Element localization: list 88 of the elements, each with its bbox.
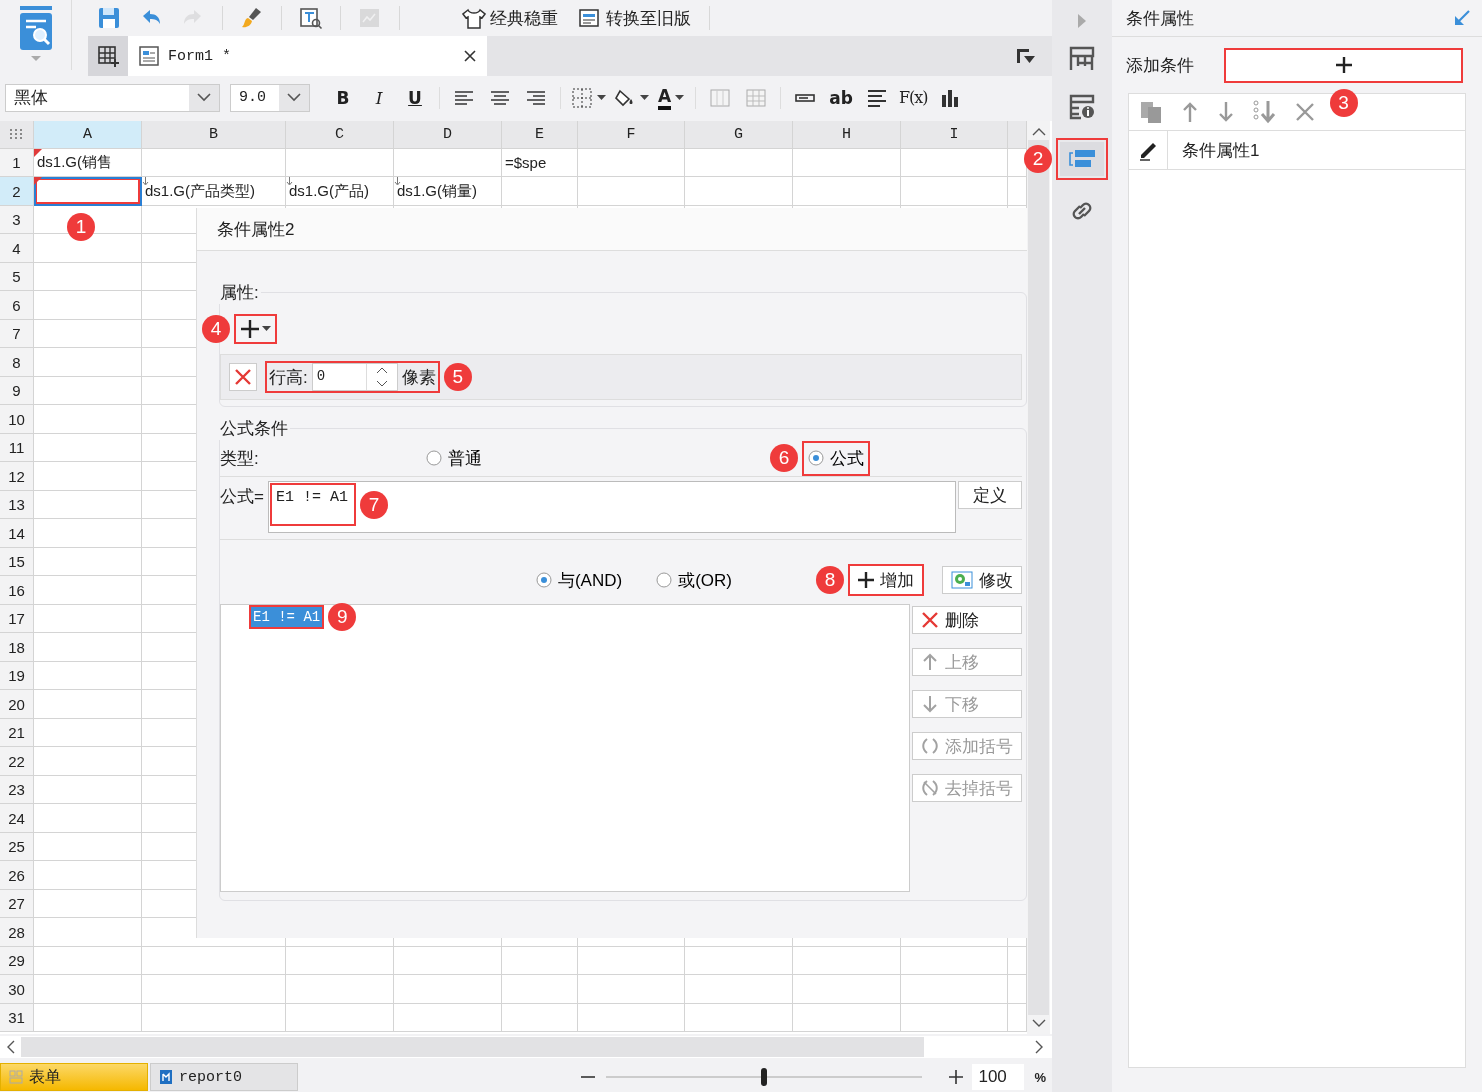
row-header[interactable]: 18: [0, 633, 34, 662]
condition-list-item[interactable]: 条件属性1: [1129, 131, 1465, 170]
callout-number: 4: [202, 315, 230, 343]
row-header[interactable]: 17: [0, 604, 34, 634]
column-header[interactable]: H: [793, 120, 901, 149]
sheet-tab[interactable]: report0: [150, 1063, 298, 1091]
text-widget-button[interactable]: ab: [824, 82, 858, 113]
field-label: 行高:: [269, 366, 308, 389]
column-header[interactable]: G: [685, 120, 793, 149]
cell-text: ds1.G(销售: [37, 153, 112, 173]
row-header[interactable]: 31: [0, 1003, 34, 1033]
font-color-button[interactable]: A: [654, 82, 688, 113]
unit-label: 像素: [401, 366, 436, 389]
field-label: 类型:: [220, 447, 260, 470]
row-header[interactable]: 12: [0, 462, 34, 491]
callout-number: 1: [67, 212, 95, 241]
define-button[interactable]: 定义: [958, 481, 1022, 509]
row-header[interactable]: 8: [0, 348, 34, 377]
group-label: 属性:: [219, 282, 260, 304]
row-header[interactable]: 6: [0, 291, 34, 320]
dialog-title: 条件属性2: [197, 208, 1027, 251]
group-label: 公式条件: [219, 418, 289, 440]
callout-number: 8: [816, 566, 844, 594]
row-header[interactable]: 7: [0, 319, 34, 349]
formula-text: E1 != A1: [275, 489, 348, 506]
document-tab[interactable]: Form1 *: [128, 36, 487, 76]
row-header[interactable]: 9: [0, 376, 34, 406]
cell-text: =$spe: [505, 154, 547, 172]
modify-button[interactable]: 修改: [942, 566, 1022, 594]
radio-button[interactable]: 与(AND): [535, 568, 623, 592]
row-header[interactable]: 14: [0, 519, 34, 548]
font-select[interactable]: 黑体: [5, 83, 220, 112]
field-label: 公式=: [220, 486, 264, 508]
font-size-select[interactable]: 9.0: [230, 83, 310, 112]
row-header[interactable]: 21: [0, 718, 34, 748]
row-header[interactable]: 28: [0, 918, 34, 947]
row-header[interactable]: 16: [0, 576, 34, 605]
zoom-field[interactable]: 100: [972, 1064, 1025, 1090]
row-header[interactable]: 29: [0, 946, 34, 976]
callout-number: 6: [770, 444, 798, 472]
column-header[interactable]: I: [901, 120, 1008, 149]
row-header[interactable]: 2: [0, 177, 34, 206]
row-header[interactable]: 4: [0, 234, 34, 263]
radio-button[interactable]: 公式: [808, 446, 864, 470]
formula-field[interactable]: E1 != A1 7: [267, 481, 956, 533]
column-header[interactable]: D: [394, 120, 502, 149]
row-header[interactable]: 13: [0, 490, 34, 520]
row-header[interactable]: 22: [0, 747, 34, 776]
row-header[interactable]: 11: [0, 433, 34, 463]
callout-number: 9: [328, 603, 357, 631]
row-header[interactable]: 1: [0, 148, 34, 178]
theme-button[interactable]: 经典稳重: [454, 2, 566, 34]
number-field[interactable]: 0: [311, 363, 398, 391]
field-label: 添加条件: [1126, 54, 1194, 77]
underline-button[interactable]: U: [398, 82, 432, 113]
add-button[interactable]: 增加: [850, 566, 922, 594]
sheet-tab[interactable]: 表单: [0, 1063, 148, 1091]
panel-title: 条件属性: [1126, 7, 1194, 30]
column-header[interactable]: C: [286, 120, 394, 149]
row-header[interactable]: 10: [0, 405, 34, 434]
row-header[interactable]: 23: [0, 775, 34, 805]
cell-text: ds1.G(销量): [397, 181, 477, 201]
column-header[interactable]: B: [142, 120, 286, 149]
row-header[interactable]: 24: [0, 804, 34, 833]
radio-button[interactable]: 或(OR): [656, 568, 732, 592]
row-header[interactable]: 30: [0, 975, 34, 1004]
row-header[interactable]: 26: [0, 861, 34, 890]
callout-number: 5: [443, 363, 472, 391]
column-header[interactable]: A: [34, 120, 142, 149]
row-header[interactable]: 5: [0, 262, 34, 292]
callout-number: 3: [1329, 88, 1358, 117]
formula-button[interactable]: F(x): [896, 82, 931, 113]
cell-text: ds1.G(产品): [289, 181, 369, 201]
column-header[interactable]: F: [578, 120, 685, 149]
percent-label: %: [1034, 1069, 1046, 1085]
row-header[interactable]: 20: [0, 690, 34, 719]
bold-button[interactable]: B: [326, 82, 360, 113]
cell-text: ds1.G(产品类型): [145, 181, 255, 201]
italic-button[interactable]: I: [362, 82, 396, 113]
column-header[interactable]: E: [502, 120, 578, 149]
row-header[interactable]: 15: [0, 547, 34, 577]
delete-button[interactable]: 删除: [912, 606, 1022, 634]
callout-number: 7: [359, 490, 388, 519]
row-header[interactable]: 19: [0, 661, 34, 691]
row-header[interactable]: 3: [0, 205, 34, 235]
row-header[interactable]: 25: [0, 832, 34, 862]
row-header[interactable]: 27: [0, 889, 34, 919]
legacy-version-button[interactable]: 转换至旧版: [570, 2, 699, 34]
